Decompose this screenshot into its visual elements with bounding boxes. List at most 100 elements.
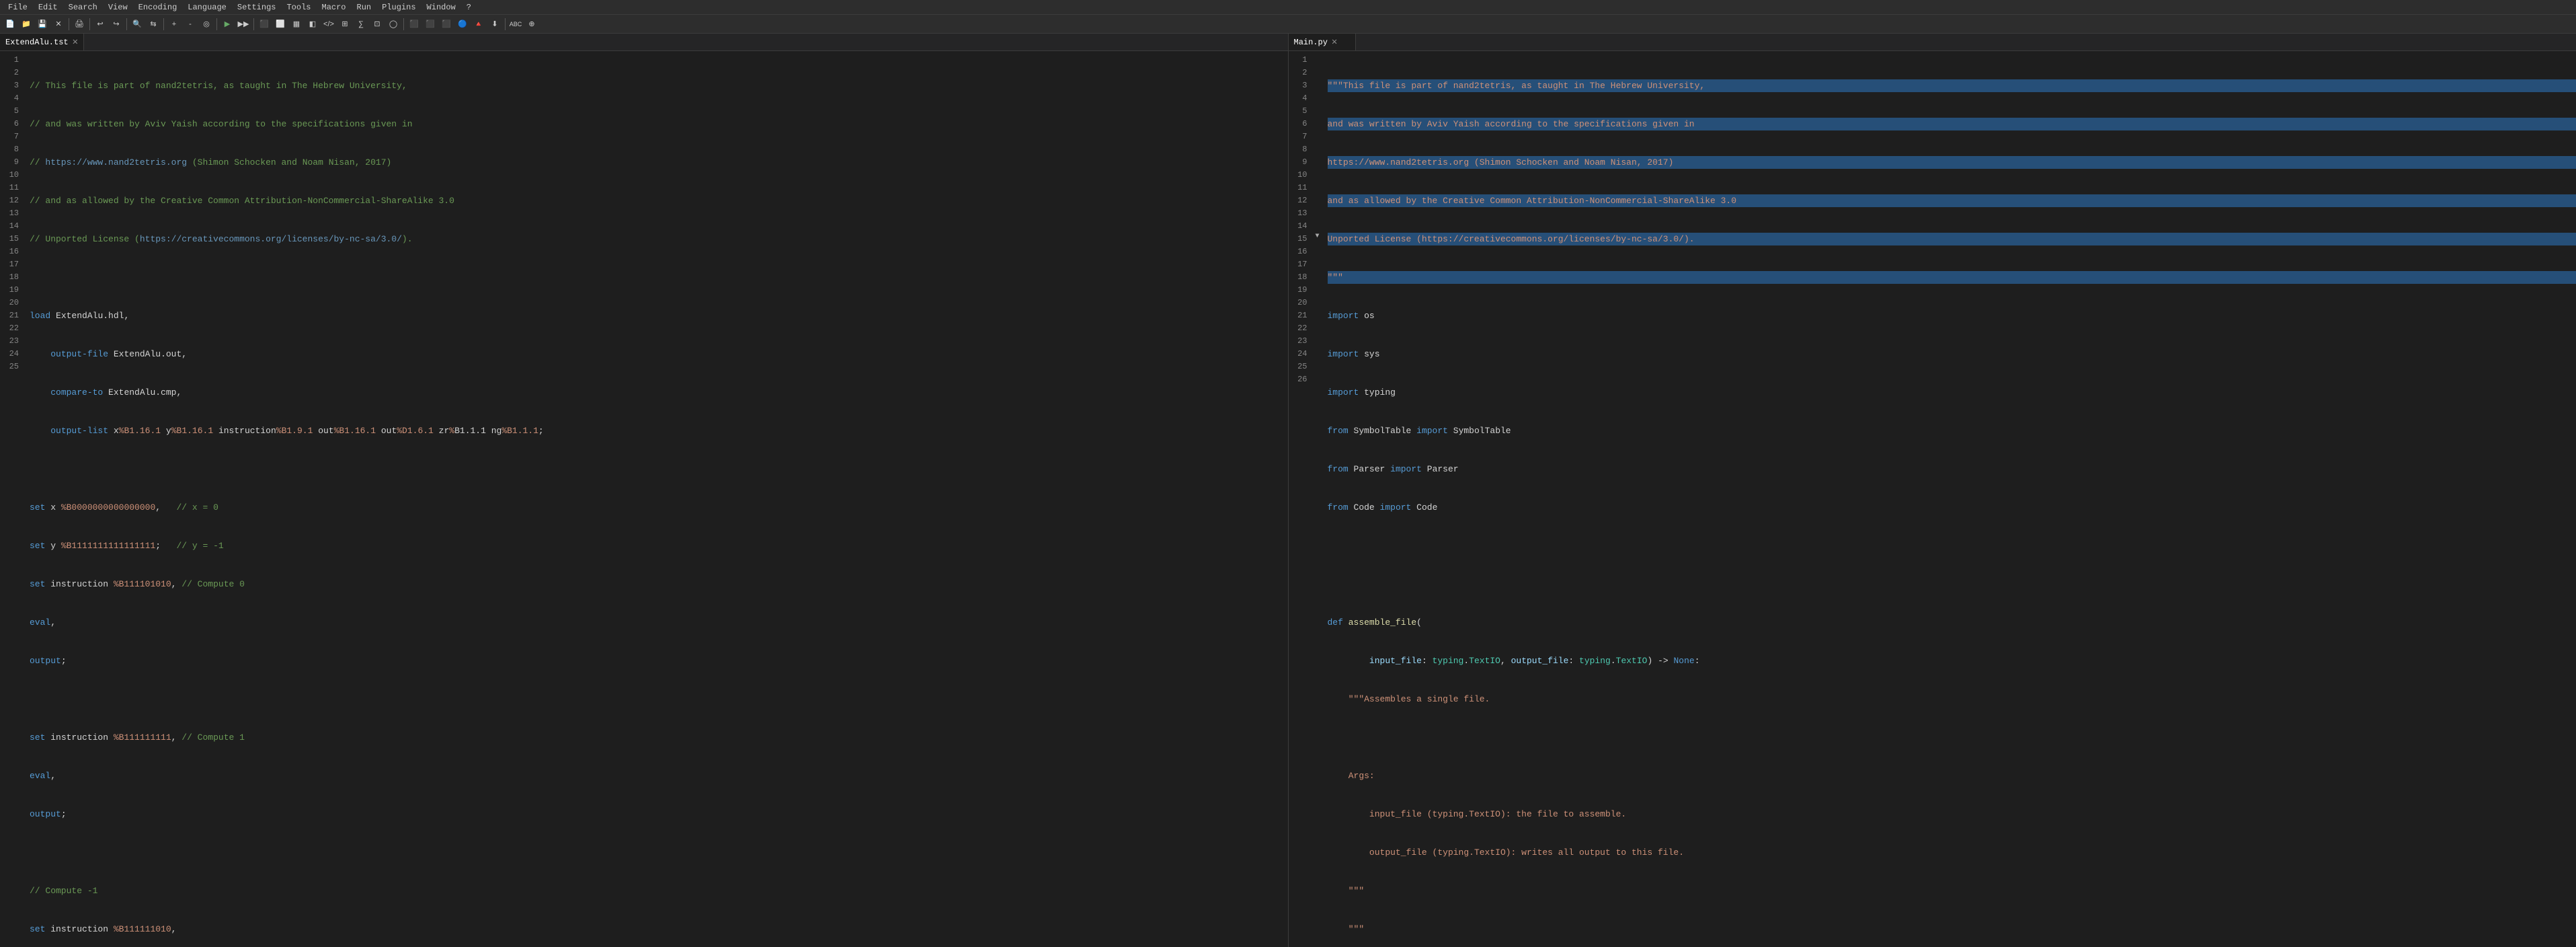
menu-window[interactable]: Window xyxy=(421,0,461,14)
right-code-container[interactable]: 1 2 3 4 5 6 7 8 9 10 11 12 13 14 15 16 1… xyxy=(1289,51,2576,947)
sep6 xyxy=(253,18,254,30)
rln-19: 19 xyxy=(1289,284,1313,297)
right-line-23: """ xyxy=(1328,923,2576,936)
misc-btn4[interactable]: ◧ xyxy=(305,17,320,32)
rln-13: 13 xyxy=(1289,207,1313,220)
ln-24: 24 xyxy=(0,348,24,361)
menu-edit[interactable]: Edit xyxy=(33,0,63,14)
open-file-btn[interactable]: 📁 xyxy=(19,17,34,32)
ln-2: 2 xyxy=(0,67,24,79)
misc-btn13[interactable]: 🔵 xyxy=(455,17,470,32)
fold-17 xyxy=(1313,256,1322,268)
menu-encoding[interactable]: Encoding xyxy=(133,0,183,14)
right-tab[interactable]: Main.py ✕ xyxy=(1289,34,1356,50)
right-code-content[interactable]: """This file is part of nand2tetris, as … xyxy=(1322,51,2576,947)
find-btn[interactable]: 🔍 xyxy=(130,17,145,32)
fold-3 xyxy=(1313,77,1322,89)
left-tab[interactable]: ExtendAlu.tst ✕ xyxy=(0,34,84,50)
right-line-22: """ xyxy=(1328,884,2576,897)
menu-plugins[interactable]: Plugins xyxy=(376,0,421,14)
fold-24 xyxy=(1313,345,1322,358)
misc-btn7[interactable]: ∑ xyxy=(354,17,368,32)
menu-run[interactable]: Run xyxy=(352,0,377,14)
left-line-14: set instruction %B111101010, // Compute … xyxy=(30,578,1288,591)
right-tab-label: Main.py xyxy=(1294,38,1328,47)
fold-11 xyxy=(1313,179,1322,192)
ln-20: 20 xyxy=(0,297,24,309)
close-btn[interactable]: ✕ xyxy=(51,17,66,32)
left-line-2: // and was written by Aviv Yaish accordi… xyxy=(30,118,1288,130)
fold-23 xyxy=(1313,332,1322,345)
menu-language[interactable]: Language xyxy=(182,0,232,14)
misc-btn2[interactable]: ⬜ xyxy=(273,17,288,32)
right-line-5: Unported License (https://creativecommon… xyxy=(1328,233,2576,245)
left-line-numbers: 1 2 3 4 5 6 7 8 9 10 11 12 13 14 15 16 1… xyxy=(0,51,24,947)
misc-btn12[interactable]: ⬛ xyxy=(439,17,454,32)
menu-tools[interactable]: Tools xyxy=(281,0,316,14)
rln-22: 22 xyxy=(1289,322,1313,335)
fold-16 xyxy=(1313,243,1322,256)
ln-21: 21 xyxy=(0,309,24,322)
misc-btn10[interactable]: ⬛ xyxy=(407,17,421,32)
menu-search[interactable]: Search xyxy=(63,0,103,14)
new-file-btn[interactable]: 📄 xyxy=(3,17,17,32)
fold-2 xyxy=(1313,64,1322,77)
ln-17: 17 xyxy=(0,258,24,271)
editor-area: ExtendAlu.tst ✕ 1 2 3 4 5 6 7 8 9 10 11 … xyxy=(0,34,2576,947)
rln-12: 12 xyxy=(1289,194,1313,207)
right-line-16: input_file: typing.TextIO, output_file: … xyxy=(1328,654,2576,667)
rln-20: 20 xyxy=(1289,297,1313,309)
ln-23: 23 xyxy=(0,335,24,348)
menu-file[interactable]: File xyxy=(3,0,33,14)
misc-btn15[interactable]: ⬇ xyxy=(487,17,502,32)
misc-btn14[interactable]: 🔺 xyxy=(471,17,486,32)
misc-btn5[interactable]: </> xyxy=(321,17,336,32)
left-line-23: set instruction %B111111010, xyxy=(30,923,1288,936)
misc-btn1[interactable]: ⬛ xyxy=(257,17,272,32)
findreplace-btn[interactable]: ⇆ xyxy=(146,17,161,32)
zoomin-btn[interactable]: + xyxy=(167,17,182,32)
right-editor-pane: Main.py ✕ 1 2 3 4 5 6 7 8 9 10 11 12 13 … xyxy=(1288,34,2576,947)
fold-22 xyxy=(1313,319,1322,332)
misc-btn16[interactable]: ABC xyxy=(508,17,523,32)
undo-btn[interactable]: ↩ xyxy=(93,17,108,32)
redo-btn[interactable]: ↪ xyxy=(109,17,124,32)
rln-1: 1 xyxy=(1289,54,1313,67)
misc-btn11[interactable]: ⬛ xyxy=(423,17,438,32)
misc-btn8[interactable]: ⊡ xyxy=(370,17,385,32)
menu-settings[interactable]: Settings xyxy=(232,0,282,14)
print-btn[interactable]: 🖨 xyxy=(72,17,87,32)
fold-15[interactable]: ▼ xyxy=(1313,230,1322,243)
fold-20 xyxy=(1313,294,1322,307)
misc-btn3[interactable]: ▦ xyxy=(289,17,304,32)
misc-btn6[interactable]: ⊞ xyxy=(337,17,352,32)
left-line-9: compare-to ExtendAlu.cmp, xyxy=(30,386,1288,399)
left-line-6 xyxy=(30,271,1288,284)
rln-5: 5 xyxy=(1289,105,1313,118)
zoomout-btn[interactable]: - xyxy=(183,17,198,32)
menu-help[interactable]: ? xyxy=(461,0,477,14)
run-btn[interactable]: ▶ xyxy=(220,17,235,32)
rln-6: 6 xyxy=(1289,118,1313,130)
right-tab-close[interactable]: ✕ xyxy=(1332,38,1337,47)
save-btn[interactable]: 💾 xyxy=(35,17,50,32)
right-line-1: """This file is part of nand2tetris, as … xyxy=(1328,79,2576,92)
left-code-container[interactable]: 1 2 3 4 5 6 7 8 9 10 11 12 13 14 15 16 1… xyxy=(0,51,1288,947)
left-code-content[interactable]: // This file is part of nand2tetris, as … xyxy=(24,51,1288,947)
left-tab-close[interactable]: ✕ xyxy=(73,38,78,47)
menu-view[interactable]: View xyxy=(103,0,133,14)
rln-15: 15 xyxy=(1289,233,1313,245)
menu-macro[interactable]: Macro xyxy=(317,0,352,14)
misc-btn17[interactable]: ⊕ xyxy=(524,17,539,32)
toolbar: 📄 📁 💾 ✕ 🖨 ↩ ↪ 🔍 ⇆ + - ◎ ▶ ▶▶ ⬛ ⬜ ▦ ◧ </>… xyxy=(0,15,2576,34)
rln-24: 24 xyxy=(1289,348,1313,361)
left-line-7: load ExtendAlu.hdl, xyxy=(30,309,1288,322)
right-line-17: """Assembles a single file. xyxy=(1328,693,2576,706)
left-line-11 xyxy=(30,463,1288,476)
ln-1: 1 xyxy=(0,54,24,67)
run-btn2[interactable]: ▶▶ xyxy=(236,17,251,32)
zoom-restore-btn[interactable]: ◎ xyxy=(199,17,214,32)
rln-3: 3 xyxy=(1289,79,1313,92)
fold-4 xyxy=(1313,89,1322,102)
misc-btn9[interactable]: ◯ xyxy=(386,17,401,32)
